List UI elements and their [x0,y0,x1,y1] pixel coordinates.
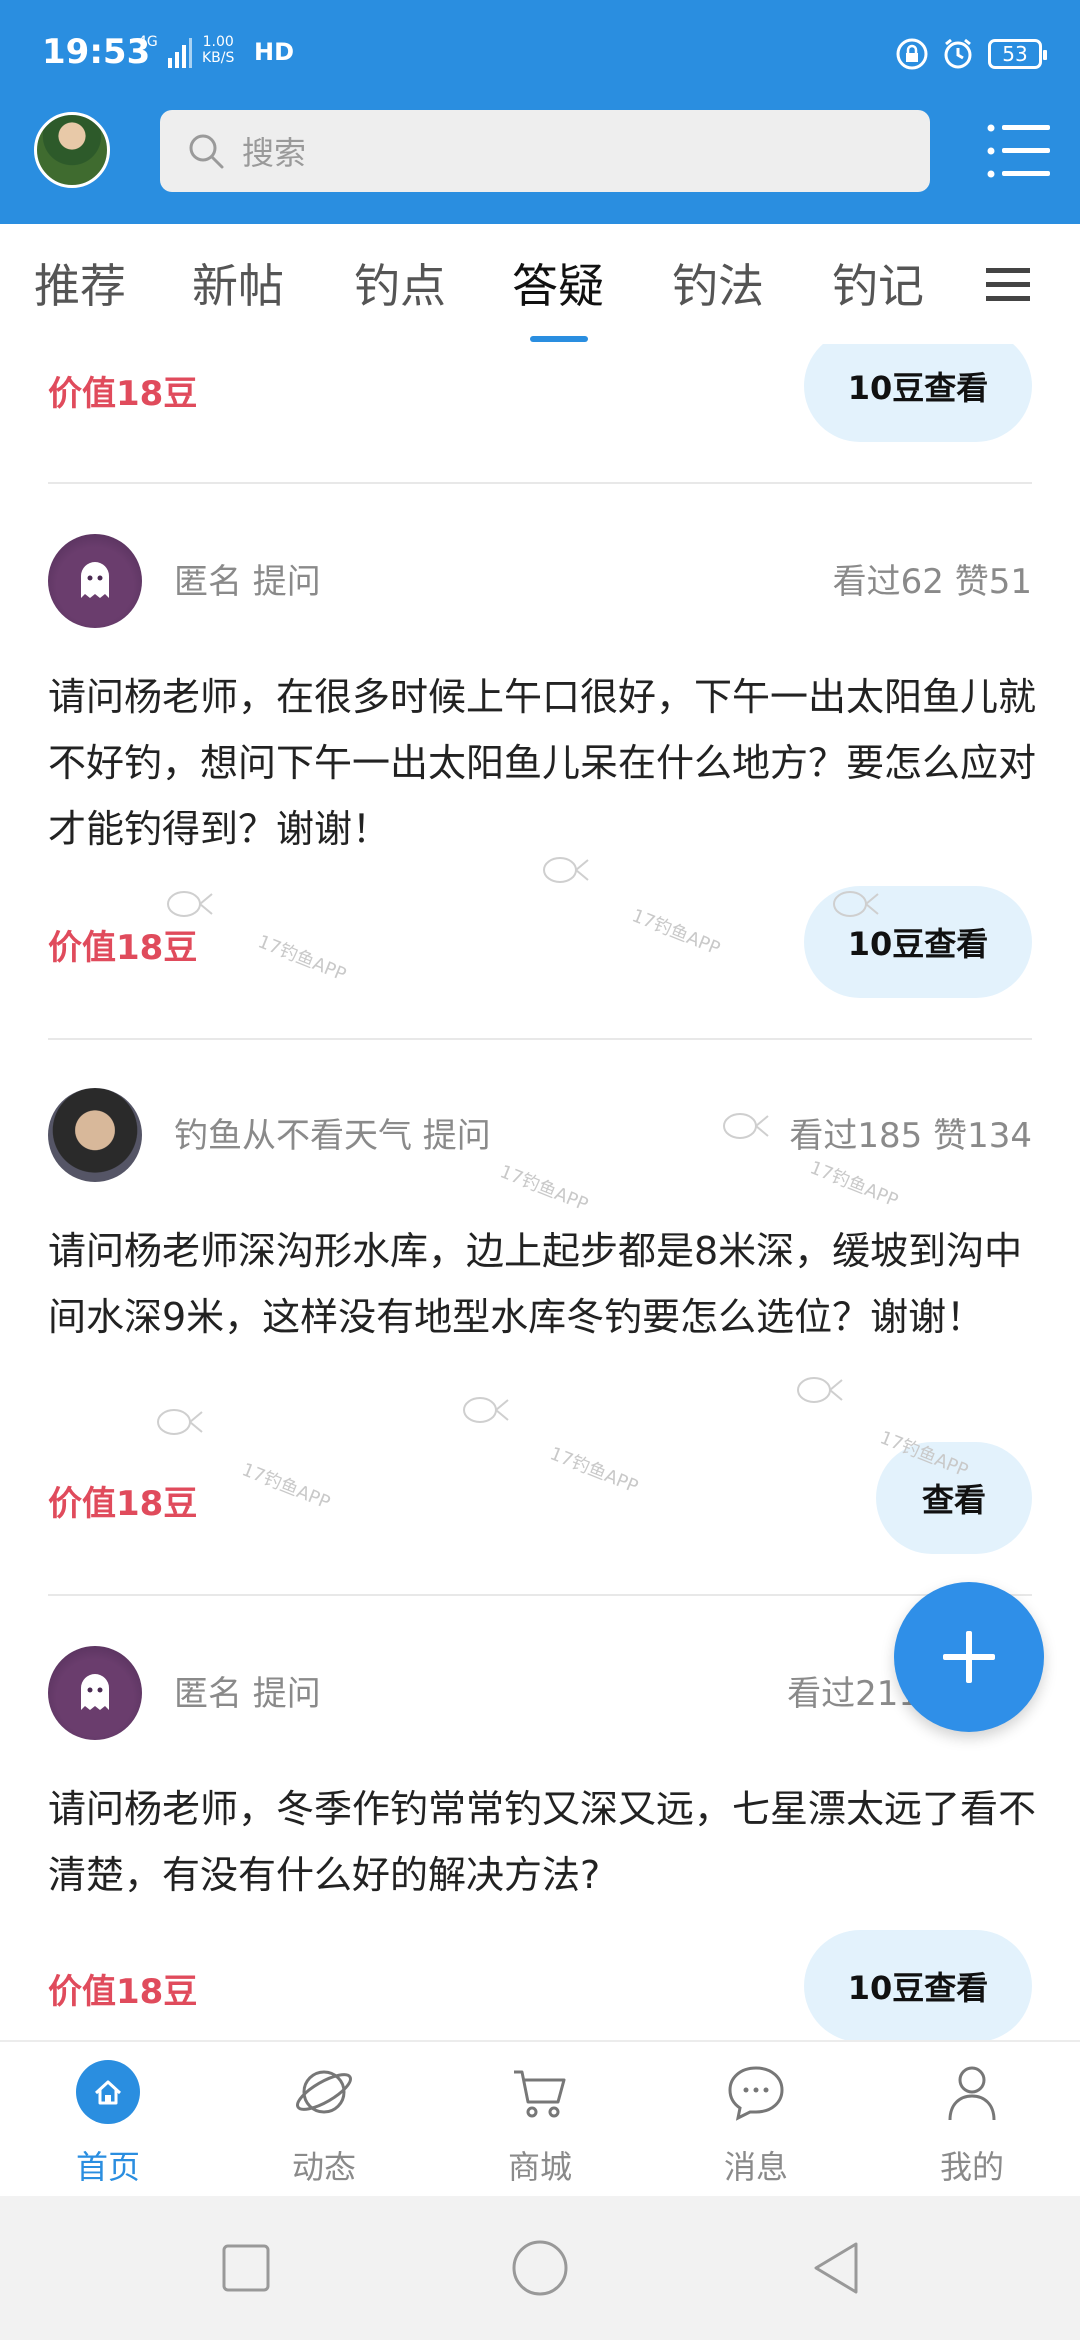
nav-profile[interactable]: 我的 [864,2042,1080,2198]
post-author: 钓鱼从不看天气 提问 [174,1116,491,1156]
tabs-menu-icon[interactable] [986,266,1030,304]
post-value: 价值18豆 [48,928,198,968]
lock-icon [896,38,928,70]
search-placeholder: 搜索 [242,134,307,172]
anonymous-avatar[interactable] [48,534,142,628]
user-icon [948,2066,996,2121]
user-photo-avatar[interactable] [48,1088,142,1182]
home-circle-icon[interactable] [510,2238,570,2298]
signal-icon [168,38,192,68]
nav-label: 动态 [291,2148,356,2186]
post-question[interactable]: 请问杨老师深沟形水库，边上起步都是8米深，缓坡到沟中间水深9米，这样没有地型水库… [48,1218,1038,1350]
divider [48,1038,1032,1040]
alarm-icon [944,38,972,69]
post-value: 价值18豆 [48,1484,198,1524]
battery-icon: 53 [988,39,1047,69]
divider [48,482,1032,484]
view-button[interactable]: 10豆查看 [804,886,1032,998]
view-button[interactable]: 10豆查看 [804,344,1032,442]
plus-icon [943,1631,995,1683]
recent-apps-icon[interactable] [216,2238,276,2298]
tab-techniques[interactable]: 钓法 [672,250,764,316]
watermark: 17钓鱼APP [238,1459,333,1514]
hd-indicator: HD [254,38,295,66]
ghost-icon [81,1674,109,1710]
back-icon[interactable] [806,2238,866,2298]
planet-icon [296,2070,352,2114]
watermark-fish-icon [723,1113,769,1139]
watermark: 17钓鱼APP [546,1443,641,1498]
qa-feed[interactable]: 价值18豆 10豆查看 匿名 提问 看过62 赞51 请问杨老师，在很多时候上午… [0,344,1080,2040]
search-icon [189,134,224,169]
nav-label: 我的 [939,2148,1004,2186]
watermark: 17钓鱼APP [254,931,349,986]
post-question[interactable]: 请问杨老师，冬季作钓常常钓又深又远，七星漂太远了看不清楚，有没有什么好的解决方法… [48,1776,1038,1908]
anonymous-avatar[interactable] [48,1646,142,1740]
nav-label: 首页 [75,2148,140,2186]
status-bar: 19:53 4G 1.00 KB/S HD 53 [0,0,1080,100]
post-stats: 看过185 赞134 [789,1116,1032,1156]
network-type: 4G [138,34,158,50]
watermark: 17钓鱼APP [628,905,723,960]
post-value: 价值18豆 [48,1972,198,2012]
watermark: 17钓鱼APP [496,1161,591,1216]
view-button[interactable]: 查看 [876,1442,1032,1554]
nav-home[interactable]: 首页 [0,2042,216,2198]
nav-messages[interactable]: 消息 [648,2042,864,2198]
search-input[interactable]: 搜索 [160,110,930,192]
bottom-navigation: 首页 动态 商城 消息 我的 [0,2040,1080,2198]
post-question[interactable]: 请问杨老师，在很多时候上午口很好，下午一出太阳鱼儿就不好钓，想问下午一出太阳鱼儿… [48,664,1038,862]
chat-icon [728,2066,784,2121]
speed-unit: KB/S [202,50,235,66]
ghost-icon [81,562,109,598]
app-header: 19:53 4G 1.00 KB/S HD 53 搜索 [0,0,1080,224]
tab-new-posts[interactable]: 新帖 [192,250,284,316]
status-right-icons: 53 [896,34,1047,74]
watermark-fish-icon [167,891,213,917]
watermark-fish-icon [157,1409,203,1435]
post-value: 价值18豆 [48,374,198,414]
watermark-fish-icon [797,1377,843,1403]
watermark-fish-icon [463,1397,509,1423]
add-post-button[interactable] [894,1582,1044,1732]
nav-feed[interactable]: 动态 [216,2042,432,2198]
nav-label: 商城 [507,2148,572,2186]
post-author: 匿名 提问 [174,562,321,602]
tab-recommend[interactable]: 推荐 [34,250,126,316]
menu-icon[interactable] [986,122,1050,180]
home-icon [76,2060,140,2124]
user-avatar[interactable] [34,112,110,188]
tab-diary[interactable]: 钓记 [832,250,924,316]
divider [48,1594,1032,1596]
cart-icon [514,2070,566,2118]
system-navigation-bar [0,2196,1080,2340]
tab-fishing-spots[interactable]: 钓点 [354,250,446,316]
speed-value: 1.00 [202,34,234,50]
post-author: 匿名 提问 [174,1674,321,1714]
tab-qa[interactable]: 答疑 [512,250,604,316]
nav-label: 消息 [723,2148,788,2186]
active-tab-indicator [530,336,588,342]
view-button[interactable]: 10豆查看 [804,1930,1032,2040]
network-speed: 1.00 KB/S [202,34,234,66]
watermark: 17钓鱼APP [806,1157,901,1212]
nav-shop[interactable]: 商城 [432,2042,648,2198]
status-time: 19:53 [42,32,151,72]
post-stats: 看过62 赞51 [832,562,1032,602]
